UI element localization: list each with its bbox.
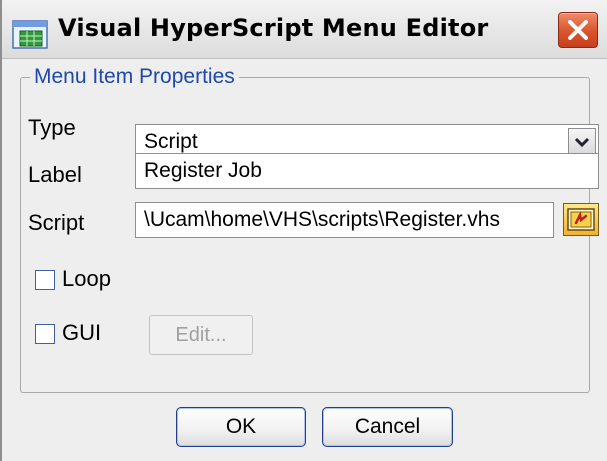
loop-checkbox[interactable] <box>35 270 55 290</box>
cancel-button[interactable]: Cancel <box>322 407 453 447</box>
type-select-value: Script <box>144 130 198 153</box>
script-label: Script <box>28 210 85 235</box>
gui-label: GUI <box>62 320 102 345</box>
label-label: Label <box>28 162 82 187</box>
type-dropdown-button[interactable] <box>568 128 596 156</box>
group-legend: Menu Item Properties <box>30 65 239 89</box>
folder-browse-icon <box>564 208 598 239</box>
window-title: Visual HyperScript Menu Editor <box>58 14 489 42</box>
gui-checkbox[interactable] <box>35 324 55 344</box>
script-path-input[interactable]: \Ucam\home\VHS\scripts\Register.vhs <box>135 202 554 238</box>
ok-button[interactable]: OK <box>176 407 306 447</box>
dialog-window: Visual HyperScript Menu Editor Menu Item… <box>0 0 607 461</box>
edit-gui-button[interactable]: Edit... <box>149 315 253 355</box>
type-label: Type <box>28 115 76 140</box>
close-x-icon <box>559 20 597 51</box>
script-path-value: \Ucam\home\VHS\scripts\Register.vhs <box>144 208 500 231</box>
app-grid-icon <box>12 20 50 50</box>
title-bar[interactable]: Visual HyperScript Menu Editor <box>2 0 607 59</box>
loop-label: Loop <box>62 266 111 291</box>
close-button[interactable] <box>558 12 598 48</box>
dialog-content: Menu Item Properties Type Script Label R… <box>2 59 607 461</box>
label-input[interactable]: Register Job <box>135 153 599 189</box>
label-input-value: Register Job <box>144 159 262 182</box>
browse-script-button[interactable] <box>563 203 599 236</box>
